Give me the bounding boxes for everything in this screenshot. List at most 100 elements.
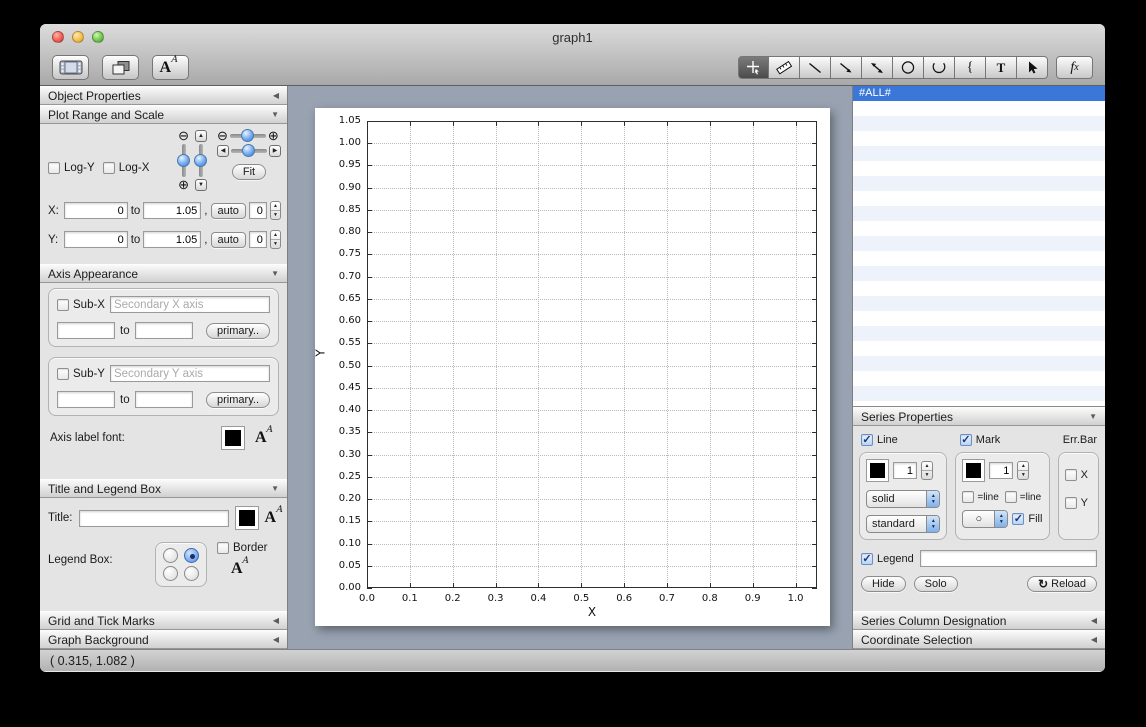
series-list-item[interactable]: [853, 236, 1105, 251]
section-grid-ticks[interactable]: Grid and Tick Marks ◀: [40, 611, 287, 630]
series-list-item[interactable]: [853, 191, 1105, 206]
section-plot-range[interactable]: Plot Range and Scale ▼: [40, 105, 287, 124]
log-x-checkbox[interactable]: Log-X: [102, 161, 149, 174]
series-legend-checkbox[interactable]: ✓ Legend: [861, 552, 914, 565]
series-list-item[interactable]: [853, 386, 1105, 401]
slider-thumb[interactable]: [242, 144, 255, 157]
errbar-y-checkbox[interactable]: Y: [1064, 497, 1088, 509]
y-from-field[interactable]: [63, 231, 128, 248]
slider-thumb[interactable]: [240, 129, 254, 142]
y-pan-slider[interactable]: ▲ ▼: [194, 130, 207, 191]
section-object-properties[interactable]: Object Properties ◀: [40, 86, 287, 105]
series-list-item[interactable]: [853, 281, 1105, 296]
sub-y-from-field[interactable]: [57, 391, 115, 408]
log-y-checkbox[interactable]: Log-Y: [48, 161, 95, 174]
series-legend-field[interactable]: [919, 550, 1097, 567]
slider-thumb[interactable]: [194, 154, 207, 167]
solo-button[interactable]: Solo: [913, 576, 958, 592]
arrow-tool[interactable]: [831, 56, 862, 79]
legend-pos-top-left-radio[interactable]: [163, 548, 178, 563]
sub-y-title-field[interactable]: [109, 365, 270, 382]
series-list-item[interactable]: [853, 266, 1105, 281]
y-auto-button[interactable]: auto: [210, 231, 246, 248]
section-title-legend[interactable]: Title and Legend Box ▼: [40, 479, 287, 498]
y-zoom-slider[interactable]: ⊖ ⊕: [176, 129, 190, 191]
series-list-item[interactable]: [853, 326, 1105, 341]
axis-label-color-well[interactable]: [221, 426, 245, 450]
mark-fill-checkbox[interactable]: ✓ Fill: [1012, 513, 1042, 525]
x-to-field[interactable]: [143, 202, 202, 219]
y-digits-field[interactable]: [248, 231, 267, 248]
fit-button[interactable]: Fit: [231, 164, 267, 180]
legend-border-checkbox[interactable]: Border: [217, 542, 268, 554]
close-button[interactable]: [52, 31, 64, 43]
series-list-item[interactable]: [853, 356, 1105, 371]
errbar-x-checkbox[interactable]: X: [1064, 469, 1088, 481]
slider-thumb[interactable]: [176, 154, 190, 167]
pan-down-icon[interactable]: ▼: [195, 179, 207, 191]
mark-color-eqline-checkbox[interactable]: [962, 491, 975, 503]
legend-font-icon[interactable]: AA: [231, 555, 253, 578]
line-type-dropdown[interactable]: standard ▲ ▼: [866, 515, 941, 533]
data-window-button[interactable]: [52, 55, 89, 80]
pan-up-icon[interactable]: ▲: [195, 130, 207, 142]
section-series-column-designation[interactable]: Series Column Designation ◀: [853, 611, 1105, 630]
text-tool[interactable]: T: [986, 56, 1017, 79]
x-auto-button[interactable]: auto: [210, 202, 246, 219]
mark-size-field[interactable]: [989, 462, 1014, 479]
line-checkbox[interactable]: ✓ Line: [861, 434, 898, 446]
plot-sheet[interactable]: Y X 0.0 0.1 0.2 0.3 0.4 0.5 0.6 0.7 0.8 0.9 1.0 0.0…: [314, 108, 830, 626]
x-zoom-slider[interactable]: ⊖ ⊕: [217, 129, 281, 142]
axis-label-font-icon[interactable]: AA: [255, 424, 277, 447]
reload-button[interactable]: ↻ Reload: [1027, 576, 1097, 592]
mark-color-well[interactable]: [962, 459, 986, 482]
x-pan-slider[interactable]: ◀ ▶: [217, 144, 281, 157]
series-list-item[interactable]: [853, 221, 1105, 236]
series-list-item[interactable]: [853, 131, 1105, 146]
sub-y-primary-button[interactable]: primary..: [206, 391, 270, 408]
function-tool[interactable]: fx: [1056, 56, 1093, 79]
sub-x-title-field[interactable]: [109, 296, 270, 313]
fonts-button[interactable]: AA: [152, 54, 189, 80]
series-list-item[interactable]: [853, 116, 1105, 131]
double-arrow-tool[interactable]: [862, 56, 893, 79]
arc-tool[interactable]: [924, 56, 955, 79]
y-digits-stepper[interactable]: ▲ ▼: [269, 230, 281, 249]
mark-checkbox[interactable]: ✓ Mark: [959, 434, 1000, 446]
sub-x-primary-button[interactable]: primary..: [206, 322, 270, 339]
x-digits-field[interactable]: [248, 202, 267, 219]
move-tool[interactable]: [738, 56, 769, 79]
legend-pos-bottom-left-radio[interactable]: [163, 566, 178, 581]
y-to-field[interactable]: [143, 231, 202, 248]
series-list-item[interactable]: [853, 341, 1105, 356]
series-list-item[interactable]: [853, 101, 1105, 116]
x-from-field[interactable]: [63, 202, 128, 219]
series-list-item[interactable]: [853, 311, 1105, 326]
zoom-in-icon[interactable]: ⊕: [178, 178, 189, 191]
series-list-item[interactable]: [853, 251, 1105, 266]
x-digits-stepper[interactable]: ▲ ▼: [269, 201, 281, 220]
section-graph-background[interactable]: Graph Background ◀: [40, 630, 287, 649]
sub-x-from-field[interactable]: [57, 322, 115, 339]
title-font-icon[interactable]: AA: [265, 504, 285, 527]
line-width-field[interactable]: [893, 462, 917, 479]
zoom-out-icon[interactable]: ⊖: [178, 129, 189, 142]
sub-x-to-field[interactable]: [134, 322, 193, 339]
legend-pos-top-right-radio[interactable]: [184, 548, 199, 563]
series-list-item[interactable]: [853, 296, 1105, 311]
title-bar[interactable]: graph1: [40, 24, 1105, 50]
zoom-button[interactable]: [92, 31, 104, 43]
section-series-properties[interactable]: Series Properties ▼: [853, 407, 1105, 426]
section-axis-appearance[interactable]: Axis Appearance ▼: [40, 264, 287, 283]
series-list-item[interactable]: [853, 176, 1105, 191]
legend-pos-bottom-right-radio[interactable]: [184, 566, 199, 581]
pan-left-icon[interactable]: ◀: [217, 145, 229, 157]
sub-x-checkbox[interactable]: Sub-X: [57, 298, 105, 311]
sub-y-to-field[interactable]: [134, 391, 193, 408]
pan-right-icon[interactable]: ▶: [269, 145, 281, 157]
hide-button[interactable]: Hide: [861, 576, 906, 592]
zoom-in-icon[interactable]: ⊕: [268, 129, 279, 142]
line-tool[interactable]: [800, 56, 831, 79]
line-color-well[interactable]: [866, 459, 889, 482]
series-list-item[interactable]: [853, 206, 1105, 221]
